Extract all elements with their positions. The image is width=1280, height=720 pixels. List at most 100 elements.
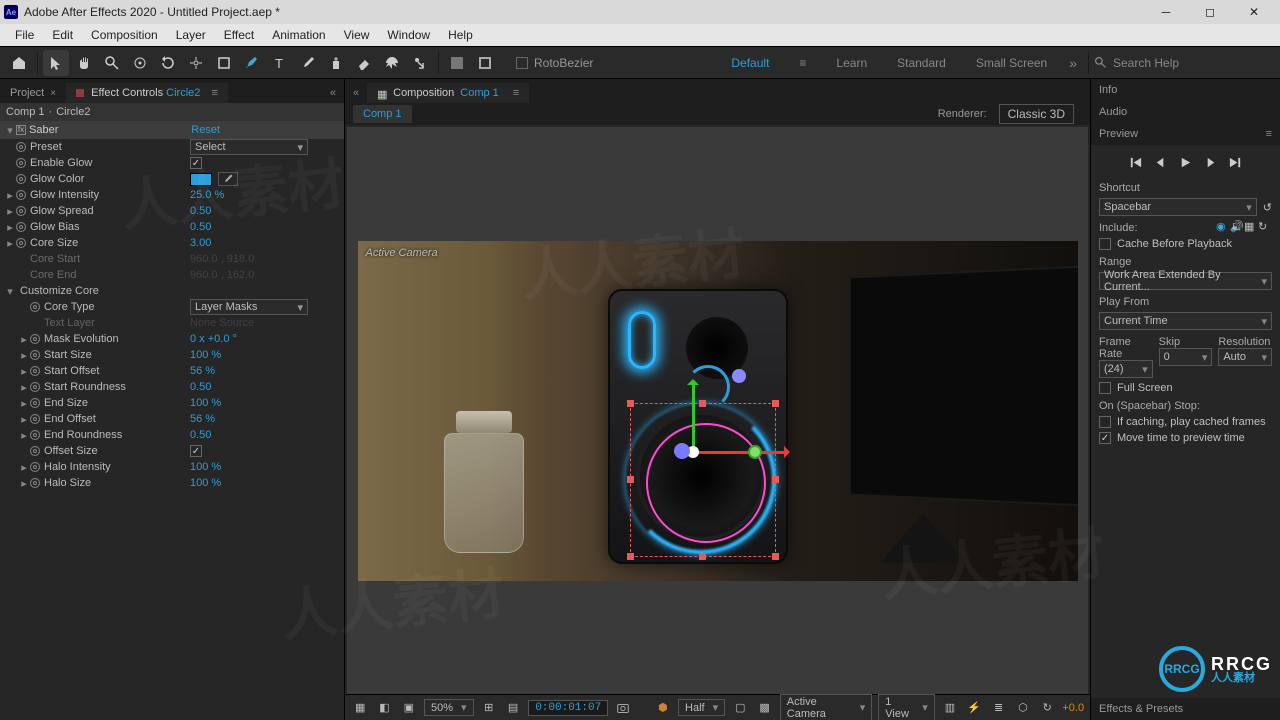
roto-tool[interactable] [379,50,405,76]
preview-res-dropdown[interactable]: Auto [1218,348,1272,366]
zoom-dropdown[interactable]: 50% [424,699,474,716]
brush-tool[interactable] [295,50,321,76]
skip-dropdown[interactable]: 0 [1159,348,1213,366]
type-tool[interactable]: T [267,50,293,76]
home-icon[interactable] [6,50,32,76]
eyedropper-icon[interactable] [218,172,238,186]
eraser-tool[interactable] [351,50,377,76]
camera-dropdown[interactable]: Active Camera [780,694,872,720]
tab-project[interactable]: Project× [0,83,66,103]
search-help[interactable]: Search Help [1094,56,1274,70]
fast-preview-icon[interactable]: ⚡ [965,698,983,718]
timeline-icon[interactable]: ≣ [989,698,1007,718]
shortcut-dropdown[interactable]: Spacebar [1099,198,1257,216]
roi-icon[interactable]: ▢ [731,698,749,718]
current-time[interactable]: 0:00:01:07 [528,700,608,716]
pen-tool[interactable] [239,50,265,76]
first-frame-button[interactable] [1128,155,1143,170]
cache-checkbox[interactable]: Cache Before Playback [1099,238,1272,250]
workspace-standard[interactable]: Standard [883,56,960,70]
menu-layer[interactable]: Layer [167,24,215,46]
renderer-dropdown[interactable]: Classic 3D [999,104,1074,124]
include-loop-icon[interactable]: ↻ [1258,220,1272,234]
playfrom-dropdown[interactable]: Current Time [1099,312,1272,330]
panel-audio[interactable]: Audio [1091,101,1280,123]
transparency-icon[interactable]: ▩ [755,698,773,718]
res-full-icon[interactable]: ⊞ [480,698,498,718]
menu-help[interactable]: Help [439,24,482,46]
fx-toggle-icon[interactable]: fx [16,125,26,135]
menu-edit[interactable]: Edit [43,24,82,46]
reset-icon[interactable]: ↺ [1263,201,1272,214]
flowchart-icon[interactable]: ⬡ [1014,698,1032,718]
grid-icon[interactable]: ▤ [504,698,522,718]
reset-exposure-icon[interactable]: ↻ [1038,698,1056,718]
offset-size-checkbox[interactable]: ✓ [190,445,202,457]
hand-tool[interactable] [71,50,97,76]
panel-prev-icon[interactable]: « [322,83,344,103]
menu-file[interactable]: File [6,24,43,46]
rotate-tool[interactable] [155,50,181,76]
panel-prev-icon[interactable]: « [345,83,367,103]
core-type-dropdown[interactable]: Layer Masks [190,299,308,315]
snapshot-icon[interactable] [614,698,632,718]
stroke-swatch[interactable] [472,50,498,76]
menu-window[interactable]: Window [378,24,439,46]
onstop-move-checkbox[interactable]: ✓Move time to preview time [1099,432,1272,444]
puppet-tool[interactable] [407,50,433,76]
channel-icon[interactable]: ◧ [375,698,393,718]
maximize-button[interactable]: ◻ [1188,0,1232,24]
include-video-icon[interactable]: ◉ [1216,220,1230,234]
panel-menu-icon[interactable]: ≡ [1266,128,1272,140]
rotobezier-checkbox[interactable] [516,57,528,69]
glow-color-swatch[interactable] [190,173,212,186]
keyframe-toggle[interactable] [16,142,26,152]
color-mgmt-icon[interactable]: ⬢ [654,698,672,718]
fullscreen-checkbox[interactable]: Full Screen [1099,382,1272,394]
menu-animation[interactable]: Animation [263,24,334,46]
exposure-value[interactable]: +0.0 [1062,702,1084,714]
workspace-default[interactable]: Default [717,56,783,70]
menu-effect[interactable]: Effect [215,24,263,46]
comp-breadcrumb[interactable]: Comp 1 [353,105,412,123]
clone-tool[interactable] [323,50,349,76]
enable-glow-checkbox[interactable]: ✓ [190,157,202,169]
panel-effects-presets[interactable]: Effects & Presets [1091,698,1280,720]
zoom-tool[interactable] [99,50,125,76]
alpha-icon[interactable]: ▦ [351,698,369,718]
close-icon[interactable]: × [50,88,56,99]
include-audio-icon[interactable]: 🔊 [1230,220,1244,234]
viewport[interactable]: Active Camera [347,127,1088,694]
menu-view[interactable]: View [335,24,379,46]
resolution-dropdown[interactable]: Half [678,699,725,716]
workspace-overflow[interactable]: » [1063,55,1083,71]
minimize-button[interactable]: ─ [1144,0,1188,24]
framerate-dropdown[interactable]: (24) [1099,360,1153,378]
onstop-cache-checkbox[interactable]: If caching, play cached frames [1099,416,1272,428]
close-button[interactable]: ✕ [1232,0,1276,24]
workspace-smallscreen[interactable]: Small Screen [962,56,1061,70]
prev-frame-button[interactable] [1153,155,1168,170]
reset-link[interactable]: Reset [191,124,220,136]
selection-tool[interactable] [43,50,69,76]
panel-preview[interactable]: Preview≡ [1091,123,1280,145]
preset-dropdown[interactable]: Select [190,139,308,155]
tab-effect-controls[interactable]: Effect Controls Circle2 ≡ [66,83,228,103]
effect-header-saber[interactable]: ▾ fx Saber Reset [0,121,344,139]
next-frame-button[interactable] [1203,155,1218,170]
range-dropdown[interactable]: Work Area Extended By Current... [1099,272,1272,290]
play-button[interactable] [1178,155,1193,170]
views-dropdown[interactable]: 1 View [878,694,934,720]
glow-intensity-value[interactable]: 25.0 % [190,189,224,201]
panel-info[interactable]: Info [1091,79,1280,101]
mask-icon[interactable]: ▣ [400,698,418,718]
workspace-learn[interactable]: Learn [822,56,881,70]
include-overlay-icon[interactable]: ▦ [1244,220,1258,234]
fill-swatch[interactable] [444,50,470,76]
shape-tool[interactable] [211,50,237,76]
tab-composition[interactable]: ▦ Composition Comp 1 ≡ [367,83,529,103]
orbit-tool[interactable] [127,50,153,76]
menu-composition[interactable]: Composition [82,24,167,46]
pixel-aspect-icon[interactable]: ▥ [941,698,959,718]
last-frame-button[interactable] [1228,155,1243,170]
